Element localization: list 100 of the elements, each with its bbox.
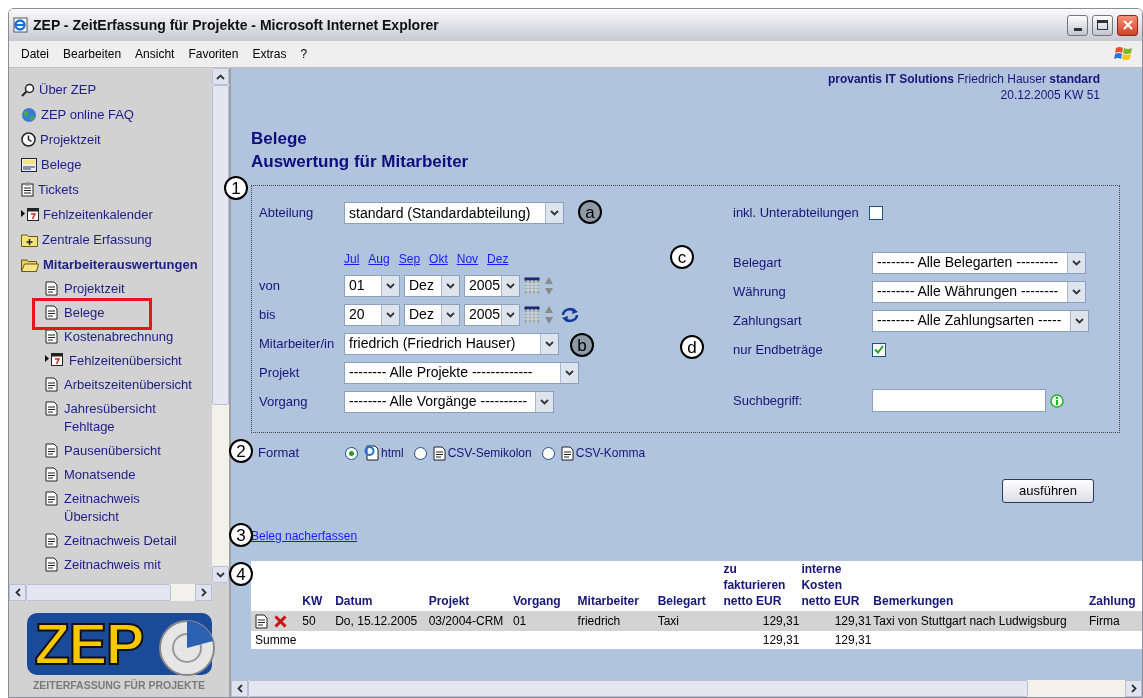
select-field[interactable]: Dez xyxy=(404,274,460,297)
sidebar-item[interactable]: Über ZEP xyxy=(39,79,97,100)
windows-logo-icon xyxy=(1114,45,1134,63)
add-receipt-link[interactable]: Beleg nacherfassen xyxy=(251,527,358,545)
table-cell: 129,31 xyxy=(801,611,874,631)
sidebar-item[interactable]: Projektzeit xyxy=(64,280,188,298)
select-field[interactable]: 2005 xyxy=(464,303,520,326)
sidebar-item[interactable]: Zeitnachweis Detail xyxy=(64,532,188,550)
sidebar-item[interactable]: Jahresübersicht Fehltage xyxy=(64,400,188,436)
month-link[interactable]: Dez xyxy=(487,250,509,268)
sidebar-item[interactable]: Monatsende xyxy=(64,466,188,484)
sidebar-item[interactable]: Tickets xyxy=(38,179,79,200)
vertical-scrollbar[interactable] xyxy=(212,68,229,583)
field-label: Vorgang xyxy=(259,392,309,411)
month-link[interactable]: Okt xyxy=(429,250,448,268)
radio-button[interactable] xyxy=(413,446,427,460)
sidebar-item[interactable]: Kostenabrechnung xyxy=(64,328,188,346)
close-icon xyxy=(1122,20,1133,30)
sidebar-item[interactable]: Pausenübersicht xyxy=(64,442,188,460)
delete-icon[interactable] xyxy=(274,614,287,628)
document-icon xyxy=(45,401,58,416)
scroll-thumb[interactable] xyxy=(26,584,171,601)
month-link[interactable]: Sep xyxy=(398,250,421,268)
close-button[interactable] xyxy=(1117,14,1138,36)
table-cell: 129,31 xyxy=(723,611,802,631)
table-cell: Do, 15.12.2005 xyxy=(335,611,429,631)
select-field[interactable]: -------- Alle Vorgänge ---------- xyxy=(344,390,554,413)
radio-button[interactable] xyxy=(345,446,358,460)
info-icon[interactable] xyxy=(1050,393,1064,408)
menu-item[interactable]: Favoriten xyxy=(188,45,239,63)
maximize-button[interactable] xyxy=(1092,14,1113,36)
dropdown-button[interactable] xyxy=(441,275,459,296)
sidebar-item[interactable]: Fehlzeitenkalender xyxy=(43,204,153,225)
select-field[interactable]: friedrich (Friedrich Hauser) xyxy=(344,332,559,355)
table-cell: 50 xyxy=(302,611,336,631)
dropdown-button[interactable] xyxy=(545,203,563,223)
select-field[interactable]: 2005 xyxy=(464,274,520,297)
chevron-left-icon xyxy=(236,684,243,693)
scroll-left-button[interactable] xyxy=(231,680,248,697)
search-field[interactable] xyxy=(872,389,1046,412)
chevron-down-icon xyxy=(506,311,515,318)
select-field[interactable]: 20 xyxy=(344,303,400,326)
dropdown-button[interactable] xyxy=(560,362,578,383)
minimize-button[interactable] xyxy=(1067,14,1088,36)
dropdown-button[interactable] xyxy=(535,391,553,412)
select-field[interactable]: Dez xyxy=(404,303,460,326)
select-field[interactable]: 01 xyxy=(344,274,400,297)
scroll-left-button[interactable] xyxy=(9,584,26,601)
dropdown-button[interactable] xyxy=(1070,310,1088,331)
scroll-thumb[interactable] xyxy=(212,85,229,405)
month-link[interactable]: Nov xyxy=(456,250,479,268)
refresh-icon[interactable] xyxy=(560,306,580,323)
run-button[interactable]: ausführen xyxy=(1002,479,1094,503)
sidebar-item[interactable]: Mitarbeiterauswertungen xyxy=(43,254,198,275)
scroll-right-button[interactable] xyxy=(195,584,212,601)
column-header: Bemerkungen xyxy=(873,561,1090,611)
sidebar-item[interactable]: Zeitnachweis Übersicht xyxy=(64,490,188,526)
select-field[interactable]: -------- Alle Zahlungsarten ----- xyxy=(872,309,1089,332)
field-label: Mitarbeiter/in xyxy=(259,334,336,353)
sidebar-item[interactable]: ZEP online FAQ xyxy=(41,104,134,125)
dropdown-button[interactable] xyxy=(1067,252,1085,273)
select-field[interactable]: -------- Alle Projekte ------------- xyxy=(344,361,579,384)
scroll-right-button[interactable] xyxy=(1125,680,1142,697)
select-field[interactable]: -------- Alle Währungen -------- xyxy=(872,280,1086,303)
checkbox[interactable] xyxy=(868,206,883,220)
dropdown-button[interactable] xyxy=(501,304,519,325)
dropdown-button[interactable] xyxy=(381,275,399,296)
sidebar-item[interactable]: Belege xyxy=(64,304,188,322)
select-field[interactable]: standard (Standardabteilung) xyxy=(344,202,564,224)
month-link[interactable]: Jul xyxy=(344,250,360,268)
sidebar-item[interactable]: Zentrale Erfassung xyxy=(42,229,152,250)
scroll-up-button[interactable] xyxy=(212,68,229,85)
sum-label: Summe xyxy=(251,631,303,649)
calendar-icon[interactable] xyxy=(524,277,540,294)
menu-item[interactable]: Ansicht xyxy=(135,45,175,63)
radio-button[interactable] xyxy=(541,446,555,460)
menu-item[interactable]: Datei xyxy=(21,45,49,63)
dropdown-button[interactable] xyxy=(381,304,399,325)
menu-item[interactable]: ? xyxy=(300,45,308,63)
month-link[interactable]: Aug xyxy=(368,250,390,268)
scroll-down-button[interactable] xyxy=(212,566,229,583)
calendar-icon[interactable] xyxy=(524,306,540,323)
checkbox[interactable] xyxy=(872,342,886,357)
dropdown-button[interactable] xyxy=(540,333,558,354)
table-cell: 129,31 xyxy=(801,631,874,649)
clipboard-icon xyxy=(21,182,34,197)
menu-item[interactable]: Extras xyxy=(252,45,287,63)
sidebar-item[interactable]: Fehlzeitenübersicht xyxy=(69,352,193,370)
chevron-down-icon xyxy=(1072,288,1081,295)
dropdown-button[interactable] xyxy=(501,275,519,296)
sidebar-item[interactable]: Zeitnachweis mit xyxy=(64,556,188,574)
sidebar-item[interactable]: Projektzeit xyxy=(40,129,101,150)
dropdown-button[interactable] xyxy=(441,304,459,325)
horizontal-scrollbar[interactable] xyxy=(9,584,212,601)
menu-item[interactable]: Bearbeiten xyxy=(63,45,122,63)
dropdown-button[interactable] xyxy=(1067,281,1085,302)
select-field[interactable]: -------- Alle Belegarten --------- xyxy=(872,251,1086,274)
browser-icon xyxy=(13,17,29,33)
sidebar-item[interactable]: Belege xyxy=(41,154,82,175)
field-label: bis xyxy=(259,305,277,324)
